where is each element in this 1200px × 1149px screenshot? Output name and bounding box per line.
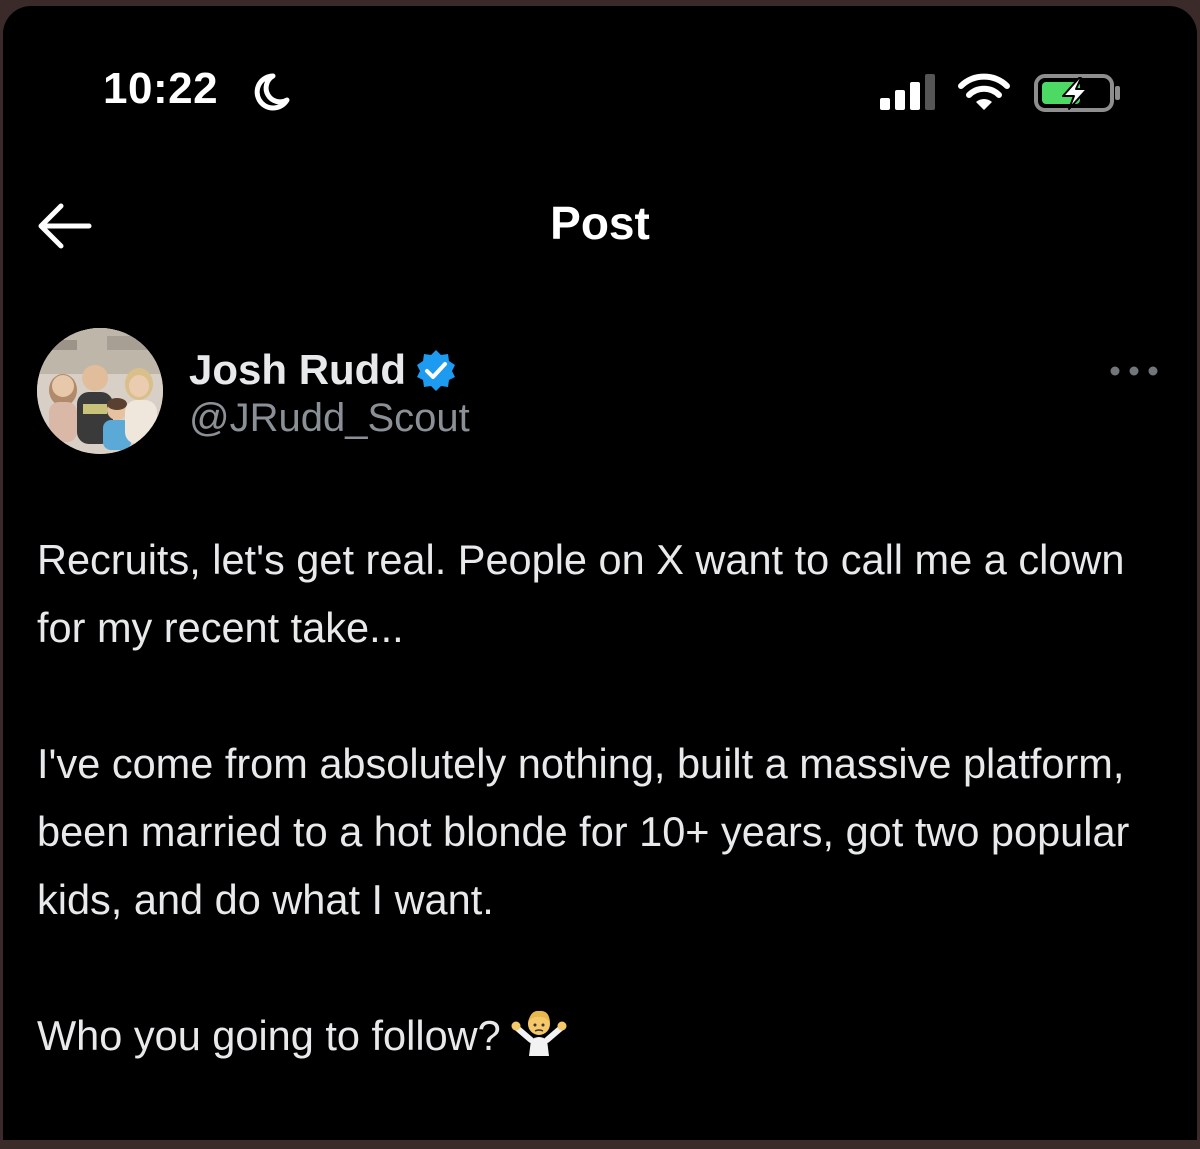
person-shrugging-emoji <box>511 1010 567 1056</box>
battery-charging-icon <box>1034 74 1120 112</box>
screen: 10:22 Post Josh Rudd @JRudd_Scout Recrui… <box>3 6 1197 1140</box>
moon-icon <box>254 73 290 111</box>
verified-badge-icon <box>417 350 455 391</box>
signal-icon <box>880 74 935 110</box>
page-title: Post <box>550 197 650 249</box>
device-frame: 10:22 Post Josh Rudd @JRudd_Scout Recrui… <box>0 0 1200 1149</box>
author-name-row: Josh Rudd <box>189 342 458 398</box>
author-name[interactable]: Josh Rudd <box>189 346 406 394</box>
status-time: 10:22 <box>103 64 219 113</box>
post-paragraph-text: Who you going to follow? <box>37 1012 501 1059</box>
avatar[interactable] <box>37 328 163 454</box>
post-paragraph: I've come from absolutely nothing, built… <box>37 740 1130 923</box>
more-dots-icon[interactable] <box>1107 356 1161 386</box>
wifi-icon <box>958 73 1010 110</box>
post-paragraph: Recruits, let's get real. People on X wa… <box>37 536 1125 651</box>
post-body: Recruits, let's get real. People on X wa… <box>37 526 1167 1138</box>
post-author: Josh Rudd @JRudd_Scout <box>37 328 1167 468</box>
top-nav: Post <box>3 166 1197 286</box>
status-bar: 10:22 <box>3 6 1197 156</box>
author-handle[interactable]: @JRudd_Scout <box>189 396 470 441</box>
post-paragraph-last: Who you going to follow? <box>37 1002 1167 1070</box>
